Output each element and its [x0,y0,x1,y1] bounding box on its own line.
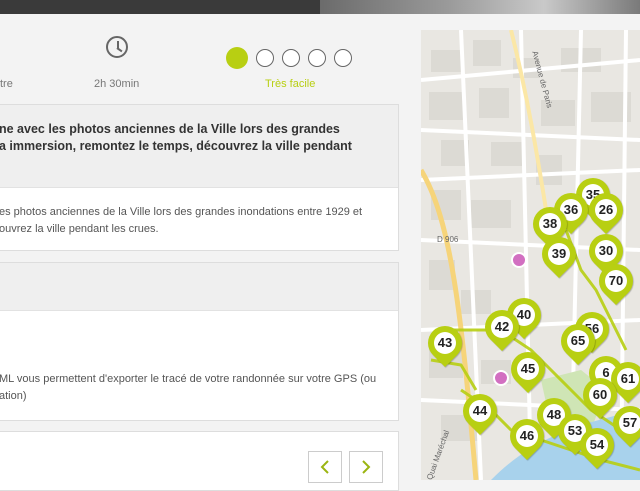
marker-number: 57 [622,415,638,430]
poi-icon[interactable] [493,370,509,386]
body-line-2: ouvrez la ville pendant les crues. [0,223,159,235]
summary-line-2: a immersion, remontez le temps, découvre… [0,139,352,153]
marker-number: 70 [608,273,624,288]
marker-number: 39 [551,246,567,261]
road-label: D 906 [437,235,459,244]
route-marker[interactable]: 39 [534,229,584,281]
summary-line-1: ne avec les photos anciennes de la Ville… [0,122,340,136]
marker-number: 65 [570,333,586,348]
poi-icon[interactable] [511,252,527,268]
download-card: ML vous permettent d'exporter le tracé d… [0,262,399,421]
difficulty-level: Très facile [265,78,316,90]
chevron-right-icon [362,460,371,474]
download-body: ML vous permettent d'exporter le tracé d… [0,371,399,405]
route-marker[interactable]: 57 [605,398,640,450]
difficulty-dot-2 [256,49,274,67]
route-marker[interactable]: 45 [503,344,553,396]
route-marker[interactable]: 46 [502,411,552,463]
body-line-1: es photos anciennes de la Ville lors des… [0,206,363,218]
next-button[interactable] [349,451,383,483]
marker-number: 26 [598,202,614,217]
clock-icon [106,36,128,58]
difficulty-dot-4 [308,49,326,67]
marker-number: 45 [520,361,536,376]
marker-number: 30 [598,243,614,258]
difficulty-dot-3 [282,49,300,67]
marker-number: 46 [519,428,535,443]
download-line-1: ML vous permettent d'exporter le tracé d… [0,373,377,385]
difficulty-label-partial: tre [0,78,13,90]
route-marker[interactable]: 26 [581,185,631,237]
marker-number: 42 [494,319,510,334]
route-map[interactable]: Avenue de Paris D 906 Quai Maréchal 35 3… [421,30,640,480]
duration-value: 2h 30min [94,78,140,90]
marker-number: 44 [472,403,488,418]
chevron-left-icon [320,460,329,474]
download-header [0,263,398,311]
description-body: es photos anciennes de la Ville lors des… [0,204,399,238]
prev-button[interactable] [308,451,342,483]
route-marker[interactable]: 70 [591,256,640,308]
route-marker[interactable]: 43 [421,318,470,370]
route-marker[interactable]: 42 [477,302,527,354]
marker-number: 43 [437,335,453,350]
difficulty-rating [226,47,352,69]
difficulty-dot-1 [226,47,248,69]
header-bar [0,0,640,14]
marker-number: 60 [592,387,608,402]
description-card: ne avec les photos anciennes de la Ville… [0,104,399,251]
description-header: ne avec les photos anciennes de la Ville… [0,105,398,188]
marker-number: 38 [542,216,558,231]
difficulty-dot-5 [334,49,352,67]
route-marker[interactable]: 44 [455,386,505,438]
route-marker[interactable]: 54 [572,420,622,472]
description-summary: ne avec les photos anciennes de la Ville… [0,121,399,155]
download-line-2: ation) [0,390,27,402]
marker-number: 54 [589,437,605,452]
header-photo [320,0,640,14]
